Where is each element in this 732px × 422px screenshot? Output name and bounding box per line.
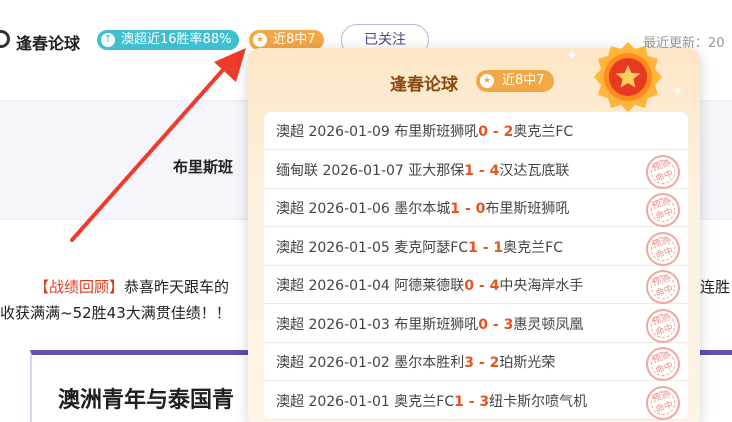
record-home-score: 1	[454, 393, 464, 410]
medal-icon	[594, 42, 662, 112]
record-date: 2026-01-02	[308, 355, 390, 371]
record-home-team: 阿德莱德联	[394, 278, 465, 294]
record-home-score: 1	[450, 201, 461, 217]
record-date: 2026-01-05	[308, 239, 390, 256]
record-away-score: 3	[503, 316, 514, 333]
record-row[interactable]: 澳超 2026-01-01 奥克兰FC1 - 3纽卡斯尔喷气机 预测 命中	[264, 381, 688, 422]
hit-stamp-icon: 预测 命中	[641, 150, 685, 193]
record-row-text: 澳超 2026-01-03 布里斯班狮吼0 - 3惠灵顿凤凰	[276, 314, 583, 334]
sparkle-icon: ✦	[566, 48, 578, 64]
record-league: 缅甸联	[276, 162, 318, 179]
record-away-score: 3	[479, 393, 490, 410]
record-row[interactable]: 澳超 2026-01-02 墨尔本胜利3 - 2珀斯光荣 预测 命中	[264, 342, 688, 386]
hit-stamp-icon: 预测 命中	[641, 227, 685, 270]
record-home-score: 0	[478, 124, 489, 140]
record-score-separator: -	[474, 278, 490, 294]
record-row-text: 缅甸联 2026-01-07 亚大那保1 - 4汉达瓦底联	[276, 160, 569, 180]
record-away-team: 纽卡斯尔喷气机	[489, 393, 588, 410]
record-date: 2026-01-09	[308, 124, 390, 140]
record-home-score: 1	[468, 239, 478, 256]
record-league: 澳超	[276, 393, 304, 410]
record-home-score: 3	[464, 355, 475, 371]
record-row[interactable]: 澳超 2026-01-09 布里斯班狮吼0 - 2奥克兰FC	[264, 112, 688, 150]
hit-stamp-icon: 预测 命中	[641, 188, 685, 232]
hit-stamp-icon: 预测 命中	[641, 342, 685, 386]
record-away-score: 2	[503, 124, 514, 140]
record-league: 澳超	[276, 316, 304, 333]
popup-record-label: 近8中7	[502, 73, 545, 88]
record-away-team: 珀斯光荣	[499, 355, 556, 371]
record-home-team: 布里斯班狮吼	[394, 316, 479, 333]
record-score-separator: -	[488, 316, 504, 333]
hit-stamp-icon: 预测 命中	[641, 304, 685, 347]
record-away-team: 布里斯班狮吼	[485, 201, 570, 217]
record-away-team: 惠灵顿凤凰	[513, 316, 584, 333]
popup-title: 逢春论球	[390, 75, 458, 95]
sparkle-icon: ✦	[672, 84, 684, 100]
record-away-team: 中央海岸水手	[499, 278, 584, 294]
record-league: 澳超	[276, 124, 304, 140]
record-score-separator: -	[477, 239, 494, 256]
record-row[interactable]: 澳超 2026-01-04 阿德莱德联0 - 4中央海岸水手 预测 命中	[264, 265, 688, 309]
record-score-separator: -	[488, 124, 504, 140]
record-date: 2026-01-03	[308, 316, 390, 333]
record-date: 2026-01-01	[308, 393, 390, 410]
record-away-team: 奥克兰FC	[503, 239, 563, 256]
record-home-team: 奥克兰FC	[394, 393, 455, 410]
record-home-team: 亚大那保	[408, 162, 465, 179]
record-away-team: 奥克兰FC	[513, 124, 574, 140]
record-row[interactable]: 澳超 2026-01-05 麦克阿瑟FC1 - 1奥克兰FC 预测 命中	[264, 227, 688, 270]
record-row[interactable]: 澳超 2026-01-03 布里斯班狮吼0 - 3惠灵顿凤凰 预测 命中	[264, 304, 688, 347]
record-league: 澳超	[276, 278, 304, 294]
record-row-text: 澳超 2026-01-02 墨尔本胜利3 - 2珀斯光荣	[276, 352, 555, 372]
record-home-team: 墨尔本胜利	[394, 355, 465, 371]
record-score-separator: -	[474, 355, 490, 371]
record-row-text: 澳超 2026-01-09 布里斯班狮吼0 - 2奥克兰FC	[276, 121, 573, 141]
record-home-team: 墨尔本城	[394, 201, 451, 217]
star-icon: ★	[480, 74, 494, 88]
record-away-score: 2	[489, 355, 500, 371]
record-row-text: 澳超 2026-01-01 奥克兰FC1 - 3纽卡斯尔喷气机	[276, 391, 587, 411]
record-score-separator: -	[463, 393, 480, 410]
record-row-text: 澳超 2026-01-05 麦克阿瑟FC1 - 1奥克兰FC	[276, 237, 563, 257]
record-score-separator: -	[460, 201, 476, 217]
record-score-separator: -	[474, 162, 490, 179]
record-league: 澳超	[276, 239, 304, 256]
record-away-team: 汉达瓦底联	[499, 162, 570, 179]
record-popup: 逢春论球 ★ 近8中7 ✦ ✦ 澳超 2026-01-09 布里斯班狮吼0 - …	[248, 42, 700, 422]
record-away-score: 0	[475, 201, 486, 217]
hit-stamp-icon: 预测 命中	[641, 381, 685, 422]
record-away-score: 1	[493, 239, 504, 256]
record-league: 澳超	[276, 201, 304, 217]
record-row-text: 澳超 2026-01-04 阿德莱德联0 - 4中央海岸水手	[276, 275, 583, 295]
record-home-score: 0	[464, 278, 475, 294]
record-home-team: 麦克阿瑟FC	[394, 239, 469, 256]
record-list: 澳超 2026-01-09 布里斯班狮吼0 - 2奥克兰FC 缅甸联 2026-0…	[264, 112, 688, 422]
record-league: 澳超	[276, 355, 304, 371]
record-away-score: 4	[489, 278, 500, 294]
hit-stamp-icon: 预测 命中	[641, 265, 685, 309]
record-away-score: 4	[489, 162, 500, 179]
record-row[interactable]: 澳超 2026-01-06 墨尔本城1 - 0布里斯班狮吼 预测 命中	[264, 188, 688, 232]
record-date: 2026-01-06	[308, 201, 390, 217]
record-home-team: 布里斯班狮吼	[394, 124, 479, 140]
page-root: 逢春论球 ↑ 澳超近16胜率88% ★ 近8中7 已关注 最近更新：20 布里斯…	[0, 0, 732, 422]
popup-record-badge: ★ 近8中7	[476, 70, 554, 92]
record-row-text: 澳超 2026-01-06 墨尔本城1 - 0布里斯班狮吼	[276, 198, 569, 218]
record-date: 2026-01-07	[322, 162, 404, 179]
record-home-score: 0	[478, 316, 489, 333]
record-row[interactable]: 缅甸联 2026-01-07 亚大那保1 - 4汉达瓦底联 预测 命中	[264, 150, 688, 193]
record-date: 2026-01-04	[308, 278, 390, 294]
record-home-score: 1	[464, 162, 475, 179]
